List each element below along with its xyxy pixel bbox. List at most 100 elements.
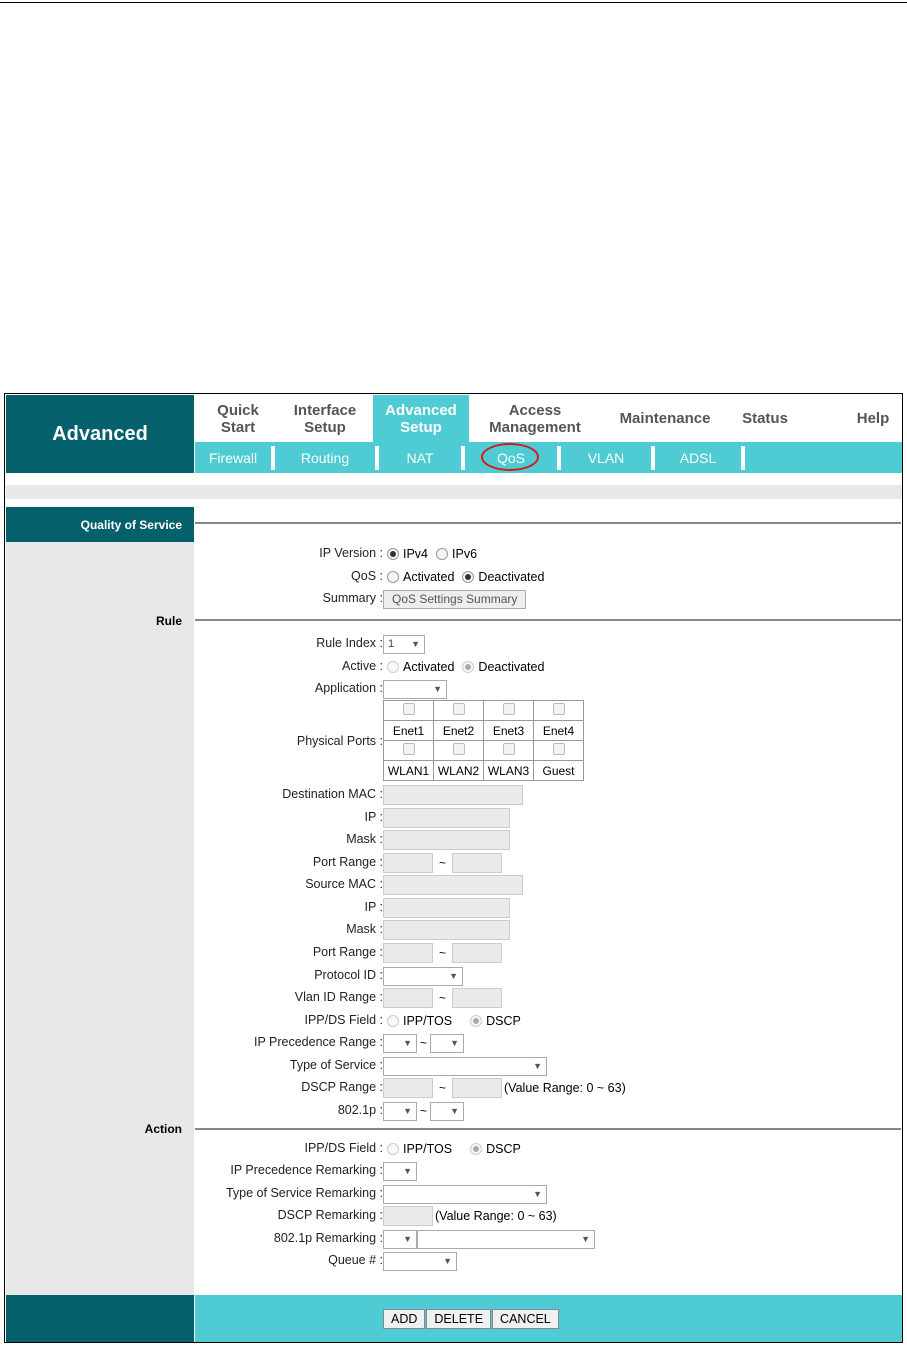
dot1p-remark-label: 802.1p Remarking : [273,1231,383,1245]
subnav-adsl[interactable]: ADSL [655,446,745,470]
rule-deactivated-radio[interactable] [462,661,475,673]
ip-prec-start-select[interactable]: ▼ [383,1033,417,1053]
protocol-id-row: Protocol ID : ▼ [195,966,901,986]
subnav-routing[interactable]: Routing [275,446,379,470]
src-ip-row: IP : [195,898,901,918]
qos-summary-button[interactable]: QoS Settings Summary [383,589,527,609]
tos-remark-label: Type of Service Remarking : [225,1186,383,1200]
qos-deactivated-radio[interactable] [462,571,475,583]
dot1p-end-select[interactable]: ▼ [430,1101,465,1121]
src-ip-input[interactable] [383,898,510,918]
enet4-checkbox[interactable] [552,703,565,715]
subnav-vlan[interactable]: VLAN [561,446,655,470]
port-label: Enet2 [433,720,484,741]
chevron-down-icon: ▼ [411,639,420,649]
protocol-id-select[interactable]: ▼ [383,966,463,986]
qos-label: QoS : [351,569,383,583]
src-mask-input[interactable] [383,920,510,940]
tos-remark-select[interactable]: ▼ [383,1184,547,1204]
nav-maintenance[interactable]: Maintenance [607,395,723,442]
dscp-end-input[interactable] [452,1078,503,1098]
chevron-down-icon: ▼ [403,1038,412,1048]
rule-index-select[interactable]: 1 ▼ [383,634,425,654]
nav-interface-setup[interactable]: Interface Setup [281,395,369,442]
qos-activated-radio[interactable] [387,571,399,583]
main-nav: Quick Start Interface Setup Advanced Set… [195,395,902,442]
nav-advanced-setup[interactable]: Advanced Setup [373,395,469,442]
action-section-label: Action [144,1122,182,1136]
action-ipp-tos-radio[interactable] [387,1143,399,1155]
nav-quick-start[interactable]: Quick Start [195,395,281,442]
dscp-radio[interactable] [470,1015,483,1027]
tos-select[interactable]: ▼ [383,1056,547,1076]
dest-mac-input[interactable] [383,785,523,805]
dscp-range-row: DSCP Range : ~ (Value Range: 0 ~ 63) [195,1078,901,1098]
ip-prec-remark-label: IP Precedence Remarking : [230,1163,383,1177]
dest-port-end-input[interactable] [452,853,503,873]
action-dscp-radio[interactable] [470,1143,483,1155]
rule-divider [195,619,901,621]
rule-activated-radio[interactable] [387,661,399,673]
dscp-remark-row: DSCP Remarking : (Value Range: 0 ~ 63) [195,1206,901,1226]
summary-label: Summary : [322,591,383,605]
queue-row: Queue # : ▼ [195,1251,901,1271]
port-label: WLAN3 [483,760,534,781]
ipv4-radio[interactable] [387,548,399,560]
enet1-checkbox[interactable] [402,703,415,715]
ip-prec-end-select[interactable]: ▼ [430,1033,465,1053]
chevron-down-icon: ▼ [403,1234,412,1244]
wlan3-checkbox[interactable] [502,743,515,755]
left-sidebar [6,542,194,1295]
ipv6-radio[interactable] [436,548,449,560]
subnav-nat[interactable]: NAT [379,446,465,470]
spacer-bar [6,485,902,499]
dest-mask-input[interactable] [383,830,510,850]
dest-ip-input[interactable] [383,808,510,828]
src-mask-label: Mask : [346,922,383,936]
delete-button[interactable]: DELETE [426,1309,492,1329]
src-mac-input[interactable] [383,875,523,895]
dscp-remark-input[interactable] [383,1206,433,1226]
dot1p-remark-row: 802.1p Remarking : ▼ ▼ [195,1229,901,1249]
guest-checkbox[interactable] [552,743,565,755]
ip-prec-remark-select[interactable]: ▼ [383,1161,417,1181]
wlan1-checkbox[interactable] [402,743,415,755]
vlan-end-input[interactable] [452,988,503,1008]
vlan-start-input[interactable] [383,988,433,1008]
qos-highlight-circle [481,443,539,471]
src-mac-row: Source MAC : [195,875,901,895]
chevron-down-icon: ▼ [581,1234,590,1244]
enet3-checkbox[interactable] [502,703,515,715]
wlan2-checkbox[interactable] [452,743,465,755]
nav-access-management[interactable]: Access Management [473,395,597,442]
page-top-rule [0,2,907,3]
src-mask-row: Mask : [195,920,901,940]
cancel-button[interactable]: CANCEL [492,1309,559,1329]
nav-help[interactable]: Help [843,395,902,442]
nav-status[interactable]: Status [729,395,801,442]
src-port-end-input[interactable] [452,943,503,963]
dot1p-start-select[interactable]: ▼ [383,1101,417,1121]
summary-row: Summary : QoS Settings Summary [195,589,901,609]
subnav-firewall[interactable]: Firewall [195,446,275,470]
dot1p-remark-detail-select[interactable]: ▼ [417,1229,595,1249]
src-port-start-input[interactable] [383,943,433,963]
application-select[interactable]: ▼ [383,679,447,699]
add-button[interactable]: ADD [383,1309,426,1329]
src-port-range-row: Port Range : ~ [195,943,901,963]
queue-select[interactable]: ▼ [383,1251,457,1271]
dest-ip-row: IP : [195,808,901,828]
qos-row: QoS : Activated Deactivated [351,569,545,584]
ippds-field-row: IPP/DS Field : IPP/TOS DSCP [304,1013,521,1028]
enet2-checkbox[interactable] [452,703,465,715]
dscp-start-input[interactable] [383,1078,433,1098]
application-label: Application : [314,681,383,695]
rule-index-row: Rule Index : 1 ▼ [195,634,901,654]
chevron-down-icon: ▼ [443,1256,452,1266]
chevron-down-icon: ▼ [533,1189,542,1199]
dot1p-row: 802.1p : ▼ ~ ▼ [195,1101,901,1121]
dest-port-start-input[interactable] [383,853,433,873]
dot1p-remark-select[interactable]: ▼ [383,1229,417,1249]
dest-mask-row: Mask : [195,830,901,850]
ipp-tos-radio[interactable] [387,1015,399,1027]
